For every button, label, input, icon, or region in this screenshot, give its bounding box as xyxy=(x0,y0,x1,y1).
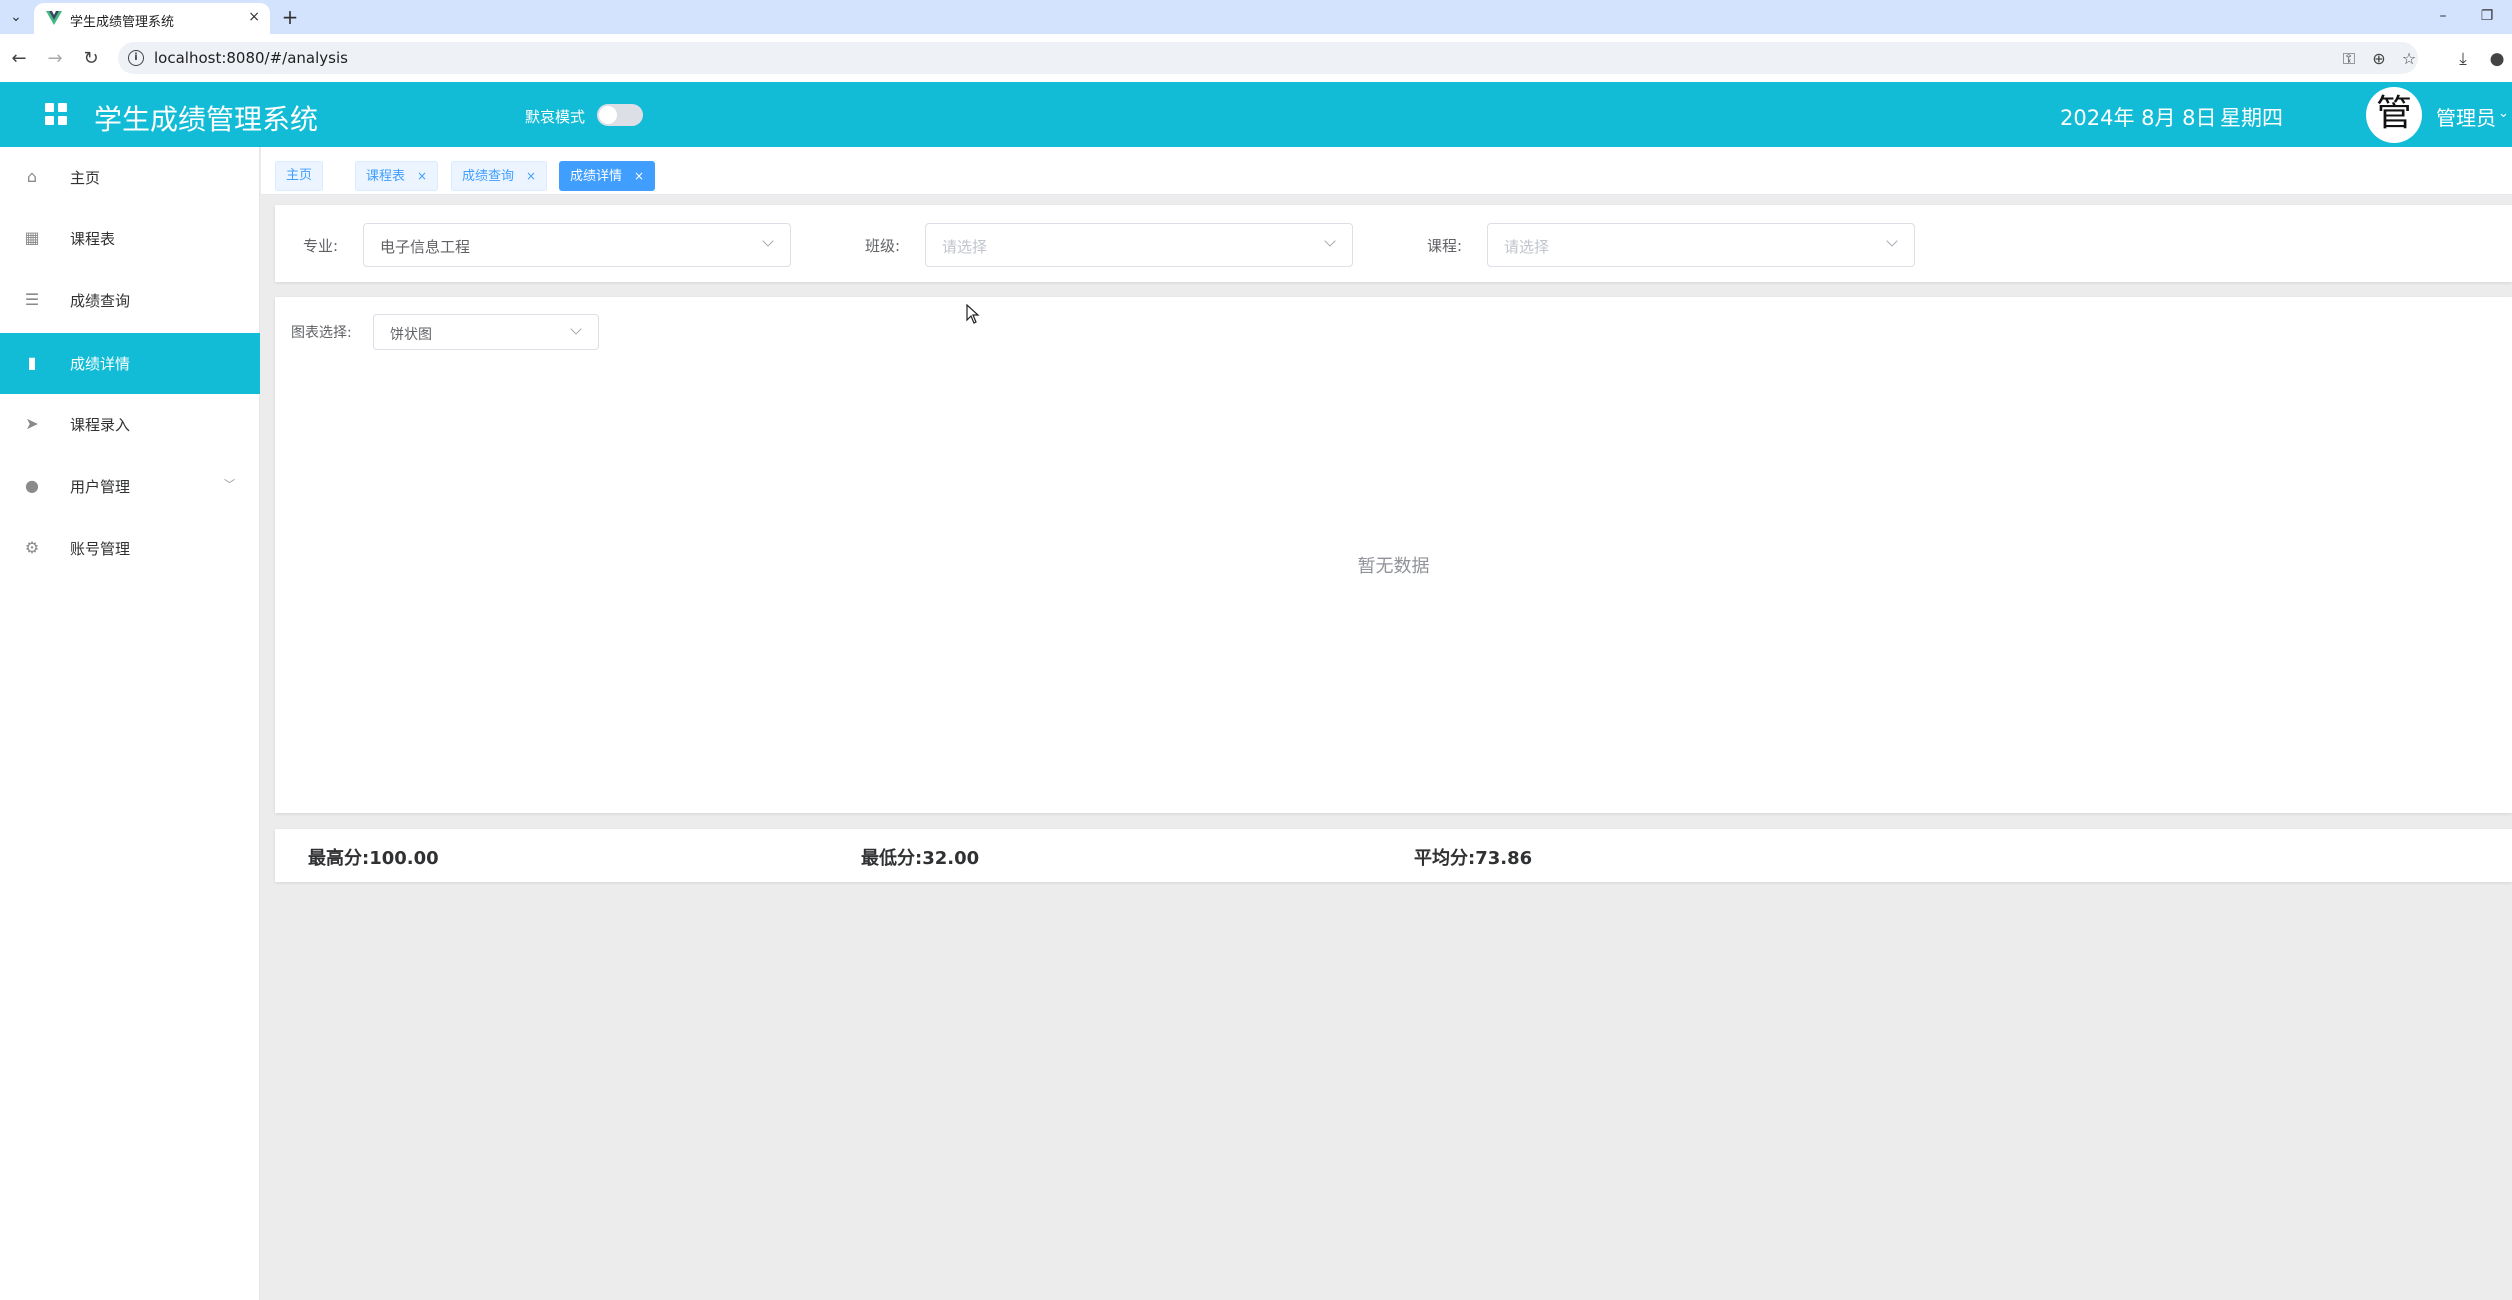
user-name-dropdown[interactable]: 管理员 xyxy=(2436,102,2496,131)
reload-icon[interactable]: ↻ xyxy=(78,46,104,72)
chevron-down-icon[interactable]: ⌄ xyxy=(2498,106,2509,121)
tag-score-detail[interactable]: 成绩详情 × xyxy=(559,161,656,191)
avg-score: 平均分:73.86 xyxy=(1414,844,1532,870)
chart-card: 图表选择: 饼状图 暂无数据 xyxy=(275,297,2512,813)
min-score: 最低分:32.00 xyxy=(861,844,979,870)
bar-chart-icon: ▮ xyxy=(27,353,37,372)
password-key-icon[interactable]: ⚿ xyxy=(2338,48,2360,70)
sidebar-item-label: 成绩详情 xyxy=(70,355,131,373)
minimize-icon[interactable]: – xyxy=(2430,4,2456,28)
tag-score-query[interactable]: 成绩查询 × xyxy=(451,161,548,191)
new-tab-button[interactable]: + xyxy=(278,5,302,29)
sidebar-item-label: 账号管理 xyxy=(70,540,131,558)
url-text[interactable]: localhost:8080/#/analysis xyxy=(154,49,348,67)
sidebar-item-label: 主页 xyxy=(70,169,101,187)
download-icon[interactable]: ⤓ xyxy=(2450,46,2476,72)
restore-icon[interactable]: ❐ xyxy=(2474,4,2500,28)
gear-icon: ⚙ xyxy=(24,538,40,557)
course-select-placeholder: 请选择 xyxy=(1504,238,1550,256)
grid-icon: ▦ xyxy=(24,228,40,247)
min-score-label: 最低分: xyxy=(861,848,923,869)
app-header: 学生成绩管理系统 默哀模式 2024年 8月 8日 星期四 管 管理员 ⌄ xyxy=(0,82,2512,147)
tag-label: 课程表 xyxy=(366,169,406,184)
sidebar-item-account-management[interactable]: ⚙ 账号管理 xyxy=(0,518,260,579)
major-select[interactable]: 电子信息工程 xyxy=(363,223,791,267)
vue-logo-icon xyxy=(46,11,62,25)
browser-toolbar: ← → ↻ i localhost:8080/#/analysis ⚿ ⊕ ☆ … xyxy=(0,34,2512,82)
tags-view-bar: 主页 课程表 × 成绩查询 × 成绩详情 × xyxy=(261,147,2512,195)
sidebar-item-label: 课程表 xyxy=(70,230,116,248)
home-icon: ⌂ xyxy=(26,167,38,186)
bookmark-star-icon[interactable]: ☆ xyxy=(2398,48,2420,70)
tab-close-icon[interactable]: × xyxy=(248,9,260,25)
chart-type-label: 图表选择: xyxy=(291,325,352,341)
close-icon[interactable]: × xyxy=(417,169,427,183)
site-info-icon[interactable]: i xyxy=(128,50,144,66)
max-score-label: 最高分: xyxy=(308,848,370,869)
tag-label: 成绩查询 xyxy=(462,169,515,184)
min-score-value: 32.00 xyxy=(922,848,980,869)
browser-tab[interactable]: 学生成绩管理系统 × xyxy=(34,3,270,34)
app-title: 学生成绩管理系统 xyxy=(94,103,319,136)
forward-icon[interactable]: → xyxy=(42,46,68,72)
class-label: 班级: xyxy=(865,237,901,255)
chevron-down-icon xyxy=(1322,232,1342,252)
chevron-down-icon xyxy=(1884,232,1904,252)
zoom-icon[interactable]: ⊕ xyxy=(2368,48,2390,70)
course-select[interactable]: 请选择 xyxy=(1487,223,1915,267)
header-date: 2024年 8月 8日 xyxy=(2060,106,2217,130)
chevron-down-icon xyxy=(760,232,780,252)
avatar[interactable]: 管 xyxy=(2366,87,2422,143)
sidebar-item-user-management[interactable]: ● 用户管理 ﹀ xyxy=(0,456,260,517)
list-icon: ☰ xyxy=(24,290,40,309)
max-score-value: 100.00 xyxy=(369,848,439,869)
sidebar-item-home[interactable]: ⌂ 主页 xyxy=(0,147,260,208)
filter-card: 专业: 电子信息工程 班级: 请选择 课程: 请选择 xyxy=(275,205,2512,282)
sidebar-item-label: 用户管理 xyxy=(70,478,131,496)
user-icon: ● xyxy=(25,476,39,495)
mourning-mode-label: 默哀模式 xyxy=(525,108,586,126)
sidebar-item-label: 成绩查询 xyxy=(70,292,131,310)
chevron-down-icon: ﹀ xyxy=(224,478,235,491)
stats-card: 最高分:100.00 最低分:32.00 平均分:73.86 xyxy=(275,829,2512,882)
course-label: 课程: xyxy=(1427,237,1463,255)
tag-label: 成绩详情 xyxy=(570,169,623,184)
class-select-placeholder: 请选择 xyxy=(942,238,988,256)
address-bar[interactable]: i localhost:8080/#/analysis ⚿ ⊕ ☆ xyxy=(118,42,2418,74)
chevron-down-icon xyxy=(568,320,588,340)
sidebar-item-score-detail[interactable]: ▮ 成绩详情 xyxy=(0,333,260,394)
tag-timetable[interactable]: 课程表 × xyxy=(355,161,439,191)
back-icon[interactable]: ← xyxy=(6,46,32,72)
sidebar-item-label: 课程录入 xyxy=(70,416,131,434)
close-icon[interactable]: × xyxy=(634,169,644,183)
mouse-cursor-icon xyxy=(966,304,980,324)
switch-knob xyxy=(599,106,617,124)
sidebar-item-course-entry[interactable]: ➤ 课程录入 xyxy=(0,394,260,455)
tag-home[interactable]: 主页 xyxy=(275,161,324,191)
class-select[interactable]: 请选择 xyxy=(925,223,1353,267)
sidebar: ⌂ 主页 ▦ 课程表 ☰ 成绩查询 ▮ 成绩详情 ➤ 课程录入 ● 用户管理 ﹀… xyxy=(0,147,260,1300)
send-icon: ➤ xyxy=(25,414,39,433)
header-weekday: 星期四 xyxy=(2220,106,2283,130)
close-icon[interactable]: × xyxy=(526,169,536,183)
avg-score-label: 平均分: xyxy=(1414,848,1476,869)
major-select-value: 电子信息工程 xyxy=(380,238,471,256)
menu-collapse-icon[interactable] xyxy=(45,103,67,125)
tag-label: 主页 xyxy=(286,168,313,183)
chart-type-value: 饼状图 xyxy=(390,327,432,343)
profile-icon[interactable]: ● xyxy=(2484,46,2510,72)
browser-tab-strip: ⌄ 学生成绩管理系统 × + – ❐ xyxy=(0,0,2512,34)
sidebar-item-score-query[interactable]: ☰ 成绩查询 xyxy=(0,270,260,331)
empty-data-text: 暂无数据 xyxy=(1357,556,1430,577)
tab-search-icon[interactable]: ⌄ xyxy=(4,6,28,28)
major-label: 专业: xyxy=(303,237,339,255)
chart-type-select[interactable]: 饼状图 xyxy=(373,314,599,350)
mourning-mode-switch[interactable] xyxy=(597,104,643,126)
sidebar-item-timetable[interactable]: ▦ 课程表 xyxy=(0,208,260,269)
max-score: 最高分:100.00 xyxy=(308,844,439,870)
avg-score-value: 73.86 xyxy=(1475,848,1533,869)
browser-tab-title: 学生成绩管理系统 xyxy=(70,15,175,30)
